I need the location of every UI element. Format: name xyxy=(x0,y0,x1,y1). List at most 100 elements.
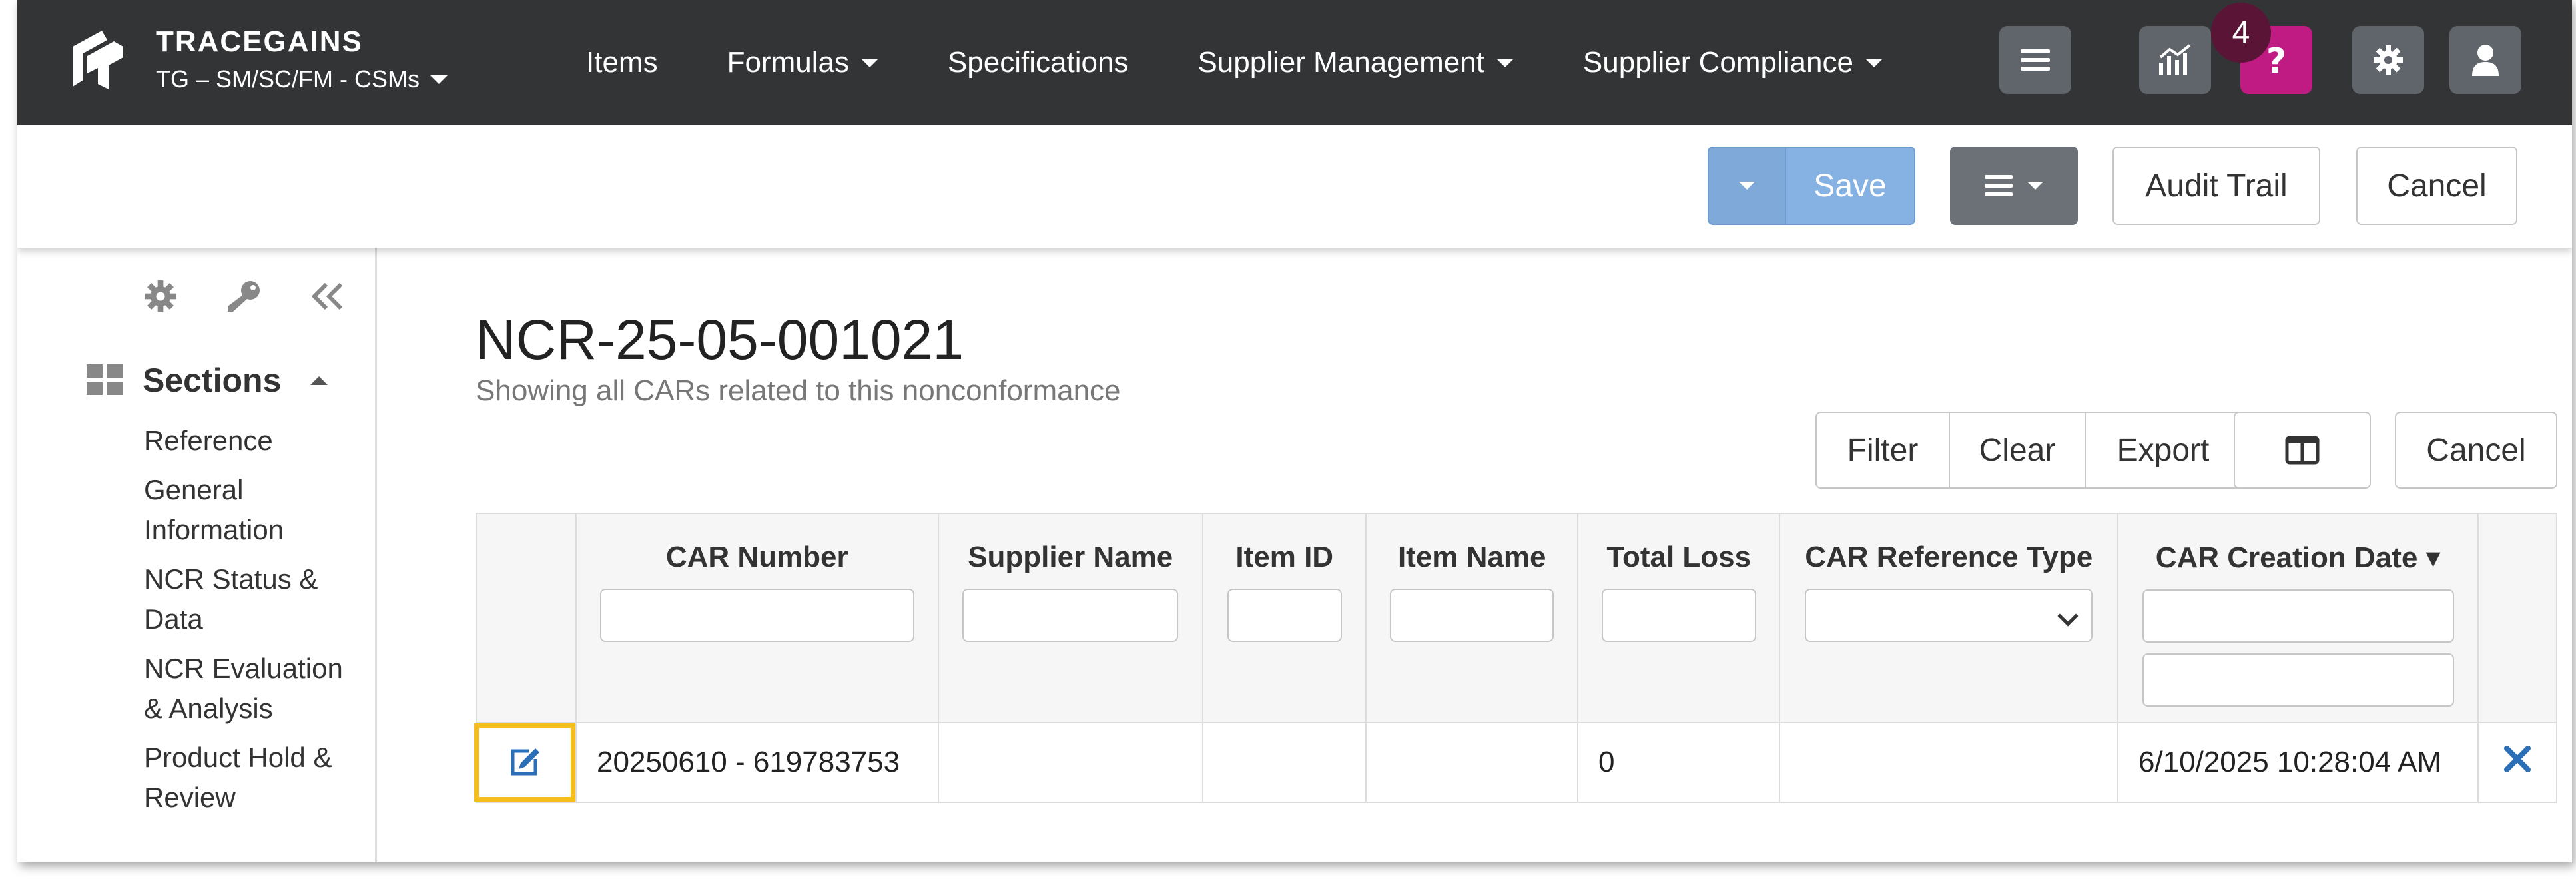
settings-button[interactable] xyxy=(2352,26,2424,94)
edit-column-header xyxy=(476,513,577,723)
item-id-cell xyxy=(1201,722,1367,803)
user-icon xyxy=(2472,45,2499,76)
nav-formulas-label: Formulas xyxy=(727,46,849,79)
delete-column-header xyxy=(2477,513,2557,723)
creation-date-to-filter-input[interactable] xyxy=(2142,653,2454,707)
organization-selector[interactable]: TG – SM/SC/FM - CSMs xyxy=(156,65,448,93)
nav-supplier-management[interactable]: Supplier Management xyxy=(1197,46,1514,79)
sidebar-item-reference[interactable]: Reference xyxy=(144,421,364,461)
columns-icon xyxy=(2285,436,2320,465)
column-label: Total Loss xyxy=(1606,541,1752,573)
clear-button[interactable]: Clear xyxy=(1950,412,2086,489)
save-options-dropdown[interactable] xyxy=(1708,146,1786,225)
sidebar-tools xyxy=(144,280,345,313)
nav-supplier-compliance[interactable]: Supplier Compliance xyxy=(1583,46,1883,79)
car-reference-type-filter-select[interactable] xyxy=(1805,589,2093,642)
column-label: Item Name xyxy=(1397,541,1546,573)
car-grid: CAR Number Supplier Name Item ID Item Na… xyxy=(474,513,2557,803)
total-loss-filter-input[interactable] xyxy=(1601,589,1756,642)
sidebar-item-general-information[interactable]: General Information xyxy=(144,470,364,550)
sections-label: Sections xyxy=(143,362,282,399)
audit-trail-button[interactable]: Audit Trail xyxy=(2112,146,2320,225)
tracegains-logo-icon[interactable] xyxy=(67,28,127,92)
app-window: TRACEGAINS TG – SM/SC/FM - CSMs Items Fo… xyxy=(17,0,2572,862)
gear-icon xyxy=(2374,45,2403,75)
column-label: Supplier Name xyxy=(968,541,1173,573)
column-label: CAR Reference Type xyxy=(1805,541,2093,573)
table-row: 20250610 - 619783753 0 6/10/2025 10:28:0… xyxy=(474,722,2557,803)
nav-specifications[interactable]: Specifications xyxy=(948,46,1128,79)
key-icon[interactable] xyxy=(225,280,262,313)
column-item-name[interactable]: Item Name xyxy=(1365,513,1578,723)
supplier-name-filter-input[interactable] xyxy=(962,589,1179,642)
edit-icon xyxy=(511,748,539,776)
export-button[interactable]: Export xyxy=(2086,412,2242,489)
creation-date-from-filter-input[interactable] xyxy=(2142,589,2454,643)
edit-cell xyxy=(474,722,577,803)
top-navigation-bar: TRACEGAINS TG – SM/SC/FM - CSMs Items Fo… xyxy=(17,0,2572,125)
column-layout-button[interactable] xyxy=(2234,412,2371,489)
chevron-down-icon xyxy=(430,75,448,84)
column-total-loss[interactable]: Total Loss xyxy=(1576,513,1781,723)
actions-menu-button[interactable] xyxy=(1950,146,2078,225)
collapse-icon[interactable] xyxy=(310,282,345,311)
cancel-button[interactable]: Cancel xyxy=(2356,146,2517,225)
sidebar-item-ncr-status-data[interactable]: NCR Status & Data xyxy=(144,559,364,639)
column-label: CAR Number xyxy=(665,541,848,573)
page-title: NCR-25-05-001021 xyxy=(476,308,964,371)
car-number-filter-input[interactable] xyxy=(599,589,914,642)
sidebar-item-ncr-evaluation-analysis[interactable]: NCR Evaluation & Analysis xyxy=(144,649,364,729)
edit-row-button[interactable] xyxy=(474,723,575,802)
analytics-button[interactable] xyxy=(2139,26,2211,94)
car-reference-type-cell xyxy=(1779,722,2118,803)
chevron-up-icon xyxy=(310,376,328,385)
menu-icon xyxy=(2021,49,2050,71)
item-id-filter-input[interactable] xyxy=(1227,589,1342,642)
column-car-reference-type[interactable]: CAR Reference Type xyxy=(1779,513,2118,723)
item-name-filter-input[interactable] xyxy=(1390,589,1554,642)
menu-icon xyxy=(1985,175,2013,196)
svg-text:?: ? xyxy=(2266,42,2286,78)
nav-items[interactable]: Items xyxy=(586,46,658,79)
car-number-cell: 20250610 - 619783753 xyxy=(575,722,939,803)
filter-button[interactable]: Filter xyxy=(1815,412,1950,489)
brand-name: TRACEGAINS xyxy=(156,25,363,58)
analytics-icon xyxy=(2159,44,2191,75)
column-supplier-name[interactable]: Supplier Name xyxy=(937,513,1203,723)
main-content: NCR-25-05-001021 Showing all CARs relate… xyxy=(377,248,2572,862)
user-profile-button[interactable] xyxy=(2449,26,2521,94)
grid-cancel-button[interactable]: Cancel xyxy=(2395,412,2557,489)
nav-specifications-label: Specifications xyxy=(947,46,1129,79)
item-name-cell xyxy=(1365,722,1578,803)
delete-cell xyxy=(2477,722,2557,803)
grid-actions-group: Filter Clear Export xyxy=(1815,412,2242,489)
chevron-down-icon xyxy=(1739,182,1755,190)
record-toolbar: Save Audit Trail Cancel xyxy=(17,125,2572,248)
column-item-id[interactable]: Item ID xyxy=(1201,513,1367,723)
sections-sidebar: Sections Reference General Information N… xyxy=(17,248,377,862)
column-car-number[interactable]: CAR Number xyxy=(575,513,939,723)
column-car-creation-date[interactable]: CAR Creation Date ▾ xyxy=(2116,513,2479,723)
total-loss-cell: 0 xyxy=(1576,722,1781,803)
notification-badge[interactable]: 4 xyxy=(2211,3,2271,63)
gear-icon[interactable] xyxy=(144,280,177,313)
page-subtitle: Showing all CARs related to this nonconf… xyxy=(476,374,1121,407)
chevron-down-icon xyxy=(2027,182,2043,190)
nav-formulas[interactable]: Formulas xyxy=(727,46,878,79)
grid-header-row: CAR Number Supplier Name Item ID Item Na… xyxy=(476,513,2557,723)
grid-icon xyxy=(87,364,123,395)
save-button[interactable]: Save xyxy=(1785,146,1915,225)
column-label: Item ID xyxy=(1235,541,1334,573)
hamburger-menu-button[interactable] xyxy=(1999,26,2071,94)
sections-toggle[interactable]: Sections xyxy=(87,361,328,400)
column-label: CAR Creation Date ▾ xyxy=(2155,541,2441,574)
chevron-down-icon xyxy=(860,58,878,67)
car-creation-date-cell: 6/10/2025 10:28:04 AM xyxy=(2116,722,2479,803)
nav-items-label: Items xyxy=(586,46,658,79)
organization-name: TG – SM/SC/FM - CSMs xyxy=(156,65,420,93)
chevron-down-icon xyxy=(1865,58,1883,67)
nav-supplier-management-label: Supplier Management xyxy=(1197,46,1484,79)
sidebar-item-product-hold-review[interactable]: Product Hold & Review xyxy=(144,738,364,818)
supplier-name-cell xyxy=(937,722,1203,803)
close-icon[interactable] xyxy=(2503,744,2532,774)
